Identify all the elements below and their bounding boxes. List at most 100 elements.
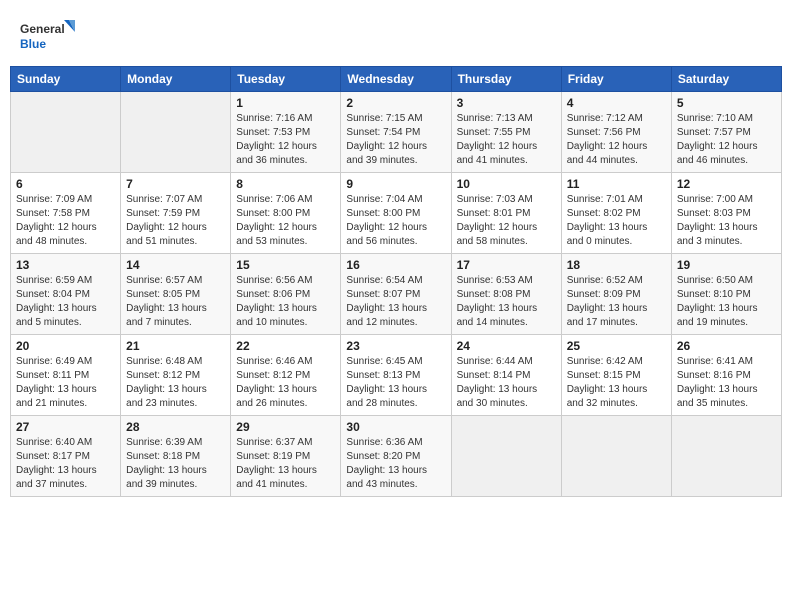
calendar-cell [451,416,561,497]
calendar-cell: 29 Sunrise: 6:37 AMSunset: 8:19 PMDayligh… [231,416,341,497]
calendar-cell [121,92,231,173]
calendar-cell: 9 Sunrise: 7:04 AMSunset: 8:00 PMDaylight… [341,173,451,254]
day-number: 10 [457,177,556,191]
calendar-cell: 21 Sunrise: 6:48 AMSunset: 8:12 PMDayligh… [121,335,231,416]
calendar-cell: 23 Sunrise: 6:45 AMSunset: 8:13 PMDayligh… [341,335,451,416]
day-content: Sunrise: 6:52 AMSunset: 8:09 PMDaylight:… [567,274,666,330]
day-content: Sunrise: 6:46 AMSunset: 8:12 PMDaylight:… [236,355,335,411]
day-content: Sunrise: 6:54 AMSunset: 8:07 PMDaylight:… [346,274,445,330]
calendar-table: SundayMondayTuesdayWednesdayThursdayFrid… [10,66,782,497]
calendar-cell: 24 Sunrise: 6:44 AMSunset: 8:14 PMDayligh… [451,335,561,416]
calendar-cell: 25 Sunrise: 6:42 AMSunset: 8:15 PMDayligh… [561,335,671,416]
day-number: 15 [236,258,335,272]
calendar-week-row: 13 Sunrise: 6:59 AMSunset: 8:04 PMDayligh… [11,254,782,335]
logo: General Blue [20,18,75,56]
day-number: 9 [346,177,445,191]
calendar-cell: 28 Sunrise: 6:39 AMSunset: 8:18 PMDayligh… [121,416,231,497]
day-content: Sunrise: 6:36 AMSunset: 8:20 PMDaylight:… [346,436,445,492]
day-content: Sunrise: 7:15 AMSunset: 7:54 PMDaylight:… [346,112,445,168]
day-content: Sunrise: 7:03 AMSunset: 8:01 PMDaylight:… [457,193,556,249]
page-header: General Blue [10,10,782,62]
calendar-cell: 8 Sunrise: 7:06 AMSunset: 8:00 PMDaylight… [231,173,341,254]
calendar-cell: 27 Sunrise: 6:40 AMSunset: 8:17 PMDayligh… [11,416,121,497]
day-content: Sunrise: 7:13 AMSunset: 7:55 PMDaylight:… [457,112,556,168]
day-number: 20 [16,339,115,353]
day-content: Sunrise: 6:45 AMSunset: 8:13 PMDaylight:… [346,355,445,411]
calendar-cell: 11 Sunrise: 7:01 AMSunset: 8:02 PMDayligh… [561,173,671,254]
calendar-week-row: 27 Sunrise: 6:40 AMSunset: 8:17 PMDayligh… [11,416,782,497]
day-number: 3 [457,96,556,110]
day-number: 25 [567,339,666,353]
calendar-cell: 7Sunrise: 7:07 AMSunset: 7:59 PMDaylight… [121,173,231,254]
day-content: Sunrise: 7:09 AMSunset: 7:58 PMDaylight:… [16,193,115,249]
day-number: 18 [567,258,666,272]
day-number: 24 [457,339,556,353]
calendar-cell: 22Sunrise: 6:46 AMSunset: 8:12 PMDayligh… [231,335,341,416]
calendar-cell: 18 Sunrise: 6:52 AMSunset: 8:09 PMDayligh… [561,254,671,335]
day-number: 14 [126,258,225,272]
weekday-header: Monday [121,67,231,92]
day-number: 1 [236,96,335,110]
day-number: 27 [16,420,115,434]
day-content: Sunrise: 7:06 AMSunset: 8:00 PMDaylight:… [236,193,335,249]
calendar-cell: 20Sunrise: 6:49 AMSunset: 8:11 PMDayligh… [11,335,121,416]
day-content: Sunrise: 7:00 AMSunset: 8:03 PMDaylight:… [677,193,776,249]
calendar-cell: 3 Sunrise: 7:13 AMSunset: 7:55 PMDaylight… [451,92,561,173]
calendar-week-row: 6Sunrise: 7:09 AMSunset: 7:58 PMDaylight… [11,173,782,254]
calendar-header-row: SundayMondayTuesdayWednesdayThursdayFrid… [11,67,782,92]
day-number: 11 [567,177,666,191]
calendar-cell: 15Sunrise: 6:56 AMSunset: 8:06 PMDayligh… [231,254,341,335]
day-content: Sunrise: 6:37 AMSunset: 8:19 PMDaylight:… [236,436,335,492]
weekday-header: Friday [561,67,671,92]
day-number: 29 [236,420,335,434]
weekday-header: Sunday [11,67,121,92]
day-number: 8 [236,177,335,191]
weekday-header: Saturday [671,67,781,92]
day-number: 30 [346,420,445,434]
day-content: Sunrise: 6:42 AMSunset: 8:15 PMDaylight:… [567,355,666,411]
generalblue-logo-icon: General Blue [20,18,75,56]
day-content: Sunrise: 6:57 AMSunset: 8:05 PMDaylight:… [126,274,225,330]
day-number: 26 [677,339,776,353]
day-number: 17 [457,258,556,272]
calendar-cell: 26 Sunrise: 6:41 AMSunset: 8:16 PMDayligh… [671,335,781,416]
day-number: 16 [346,258,445,272]
day-number: 2 [346,96,445,110]
calendar-cell: 5Sunrise: 7:10 AMSunset: 7:57 PMDaylight… [671,92,781,173]
day-content: Sunrise: 6:41 AMSunset: 8:16 PMDaylight:… [677,355,776,411]
day-content: Sunrise: 6:53 AMSunset: 8:08 PMDaylight:… [457,274,556,330]
day-content: Sunrise: 6:44 AMSunset: 8:14 PMDaylight:… [457,355,556,411]
day-content: Sunrise: 6:48 AMSunset: 8:12 PMDaylight:… [126,355,225,411]
day-content: Sunrise: 6:59 AMSunset: 8:04 PMDaylight:… [16,274,115,330]
day-content: Sunrise: 7:12 AMSunset: 7:56 PMDaylight:… [567,112,666,168]
weekday-header: Tuesday [231,67,341,92]
calendar-week-row: 20Sunrise: 6:49 AMSunset: 8:11 PMDayligh… [11,335,782,416]
calendar-cell [11,92,121,173]
day-number: 4 [567,96,666,110]
svg-text:Blue: Blue [20,37,46,51]
weekday-header: Wednesday [341,67,451,92]
calendar-week-row: 1 Sunrise: 7:16 AMSunset: 7:53 PMDaylight… [11,92,782,173]
calendar-cell: 4 Sunrise: 7:12 AMSunset: 7:56 PMDaylight… [561,92,671,173]
day-number: 5 [677,96,776,110]
weekday-header: Thursday [451,67,561,92]
day-number: 23 [346,339,445,353]
day-content: Sunrise: 7:16 AMSunset: 7:53 PMDaylight:… [236,112,335,168]
day-content: Sunrise: 6:39 AMSunset: 8:18 PMDaylight:… [126,436,225,492]
calendar-cell [561,416,671,497]
day-content: Sunrise: 7:01 AMSunset: 8:02 PMDaylight:… [567,193,666,249]
day-number: 12 [677,177,776,191]
calendar-cell: 19Sunrise: 6:50 AMSunset: 8:10 PMDayligh… [671,254,781,335]
calendar-cell: 1 Sunrise: 7:16 AMSunset: 7:53 PMDaylight… [231,92,341,173]
day-number: 13 [16,258,115,272]
day-content: Sunrise: 6:40 AMSunset: 8:17 PMDaylight:… [16,436,115,492]
day-content: Sunrise: 7:07 AMSunset: 7:59 PMDaylight:… [126,193,225,249]
calendar-cell: 14 Sunrise: 6:57 AMSunset: 8:05 PMDayligh… [121,254,231,335]
day-number: 21 [126,339,225,353]
day-content: Sunrise: 7:04 AMSunset: 8:00 PMDaylight:… [346,193,445,249]
calendar-cell: 2 Sunrise: 7:15 AMSunset: 7:54 PMDaylight… [341,92,451,173]
calendar-cell: 17 Sunrise: 6:53 AMSunset: 8:08 PMDayligh… [451,254,561,335]
calendar-cell: 13 Sunrise: 6:59 AMSunset: 8:04 PMDayligh… [11,254,121,335]
day-content: Sunrise: 6:50 AMSunset: 8:10 PMDaylight:… [677,274,776,330]
day-number: 28 [126,420,225,434]
